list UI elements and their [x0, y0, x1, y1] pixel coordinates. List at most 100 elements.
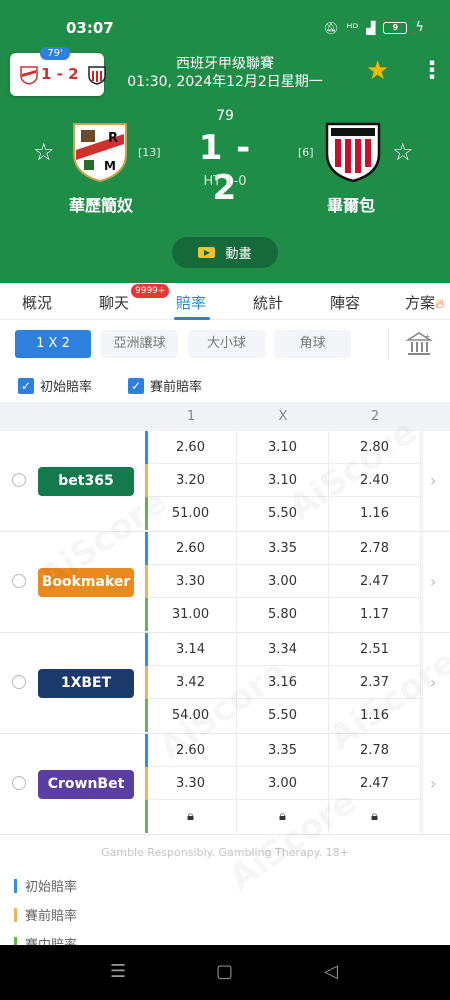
odds-value: 2.78 — [329, 734, 421, 767]
odds-cells: 2.60 3.35 2.78 3.30 3.00 2.47 🔒︎ 🔒︎ 🔒︎ — [145, 734, 423, 834]
bookmaker-radio[interactable] — [12, 675, 26, 689]
away-mini-logo-icon — [88, 66, 106, 85]
chevron-right-icon[interactable]: › — [430, 774, 436, 793]
home-mini-logo-icon — [20, 66, 38, 85]
odds-value: 2.37 — [329, 666, 421, 699]
bookmaker-logo: bet365 — [38, 467, 134, 496]
odds-value: 5.50 — [237, 699, 329, 732]
odds-line: 51.00 5.50 1.16 — [145, 497, 423, 530]
hd-icon: ᴴᴰ — [346, 20, 359, 35]
filter-over-under[interactable]: 大小球 — [188, 330, 265, 358]
check-pregame-odds[interactable]: ✓ 賽前賠率 — [128, 376, 202, 395]
favorite-star-icon[interactable]: ★ — [366, 58, 389, 84]
bookmaker-radio[interactable] — [12, 574, 26, 588]
filter-asian-handicap[interactable]: 亞洲讓球 — [101, 330, 178, 358]
col-home: 1 — [186, 409, 196, 424]
league-name: 西班牙甲级聯賽 — [176, 56, 274, 72]
filter-divider — [388, 328, 389, 360]
odds-value: 1.17 — [329, 598, 421, 631]
lock-icon: 🔒︎ — [187, 809, 194, 824]
odds-value: 3.00 — [237, 767, 329, 800]
odds-value: 3.20 — [145, 464, 237, 497]
filter-1x2[interactable]: 1 X 2 — [15, 330, 91, 358]
bookmaker-row[interactable]: bet365 2.60 3.10 2.80 3.20 3.10 2.40 51.00 5.50 1… — [0, 431, 450, 532]
odds-value: 2.40 — [329, 464, 421, 497]
back-icon[interactable]: ◁ — [324, 963, 338, 981]
away-follow-star-icon[interactable]: ☆ — [392, 140, 414, 164]
bookmaker-row[interactable]: CrownBet 2.60 3.35 2.78 3.30 3.00 2.47 🔒︎ 🔒︎ 🔒︎ › — [0, 734, 450, 835]
odds-value: 31.00 — [145, 598, 237, 631]
tab-tips[interactable]: 方案🔥︎ — [405, 292, 445, 313]
away-rank: [6] — [298, 146, 314, 159]
odds-value: 3.16 — [237, 666, 329, 699]
tab-stats[interactable]: 統計 — [253, 292, 283, 313]
more-menu-icon[interactable]: ⋮ — [420, 58, 444, 82]
odds-line: 2.60 3.35 2.78 — [145, 532, 423, 565]
filter-corners[interactable]: 角球 — [274, 330, 351, 358]
home-rank: [13] — [138, 146, 161, 159]
odds-line: 3.30 3.00 2.47 — [145, 767, 423, 800]
odds-value: 2.51 — [329, 633, 421, 666]
status-bar: 03:07 🔕︎ ᴴᴰ ▟ 9 ϟ — [0, 0, 450, 46]
checkbox-checked-icon: ✓ — [18, 377, 34, 394]
system-nav-bar: ☰ ▢ ◁ — [0, 945, 450, 1000]
bank-icon[interactable]: + — [405, 330, 433, 358]
odds-value: 3.30 — [145, 565, 237, 598]
home-team-logo: R M — [73, 123, 127, 183]
row-divider — [422, 633, 423, 733]
svg-text:R: R — [108, 131, 118, 146]
col-draw: X — [278, 409, 288, 424]
bookmaker-radio[interactable] — [12, 776, 26, 790]
svg-text:M: M — [104, 159, 116, 173]
legend-initial-label: 初始賠率 — [25, 880, 78, 895]
bookmaker-radio[interactable] — [12, 473, 26, 487]
odds-value: 2.60 — [145, 431, 237, 464]
odds-cells: 2.60 3.10 2.80 3.20 3.10 2.40 51.00 5.50 1.16 — [145, 431, 423, 531]
row-divider — [422, 734, 423, 834]
mini-minute-badge: 79' — [40, 47, 70, 60]
odds-line: 3.14 3.34 2.51 — [145, 633, 423, 666]
odds-value: 5.50 — [237, 497, 329, 530]
odds-value: 2.80 — [329, 431, 421, 464]
bookmaker-row[interactable]: 1XBET 3.14 3.34 2.51 3.42 3.16 2.37 54.00 5.50 1.… — [0, 633, 450, 734]
match-tabs: 概況 聊天 賠率 統計 陣容 方案🔥︎ — [0, 283, 450, 320]
check-initial-odds[interactable]: ✓ 初始賠率 — [18, 376, 92, 395]
legend-swatch — [14, 878, 17, 893]
home-team-name[interactable]: 華歷簡奴 — [36, 192, 166, 216]
odds-value: 2.60 — [145, 734, 237, 767]
odds-line: 2.60 3.10 2.80 — [145, 431, 423, 464]
odds-line: 🔒︎ 🔒︎ 🔒︎ — [145, 800, 423, 833]
tab-overview[interactable]: 概況 — [22, 292, 52, 313]
home-follow-star-icon[interactable]: ☆ — [33, 140, 55, 164]
legend-pregame: 賽前賠率 — [14, 905, 77, 924]
odds-locked: 🔒︎ — [329, 800, 421, 833]
odds-value: 3.00 — [237, 565, 329, 598]
odds-value: 51.00 — [145, 497, 237, 530]
odds-value: 3.35 — [237, 734, 329, 767]
chevron-right-icon[interactable]: › — [430, 572, 436, 591]
odds-line: 3.30 3.00 2.47 — [145, 565, 423, 598]
fire-icon: 🔥︎ — [435, 297, 445, 312]
animation-button[interactable]: ▶ 動畫 — [172, 237, 278, 268]
odds-value: 2.78 — [329, 532, 421, 565]
signal-icon: ▟ — [366, 20, 376, 35]
odds-value: 2.60 — [145, 532, 237, 565]
odds-locked: 🔒︎ — [237, 800, 329, 833]
odds-value: 1.16 — [329, 699, 421, 732]
tab-odds[interactable]: 賠率 — [176, 292, 206, 313]
checkbox-checked-icon: ✓ — [128, 377, 144, 394]
tab-chat[interactable]: 聊天 — [99, 292, 129, 313]
col-away: 2 — [370, 409, 380, 424]
home-icon[interactable]: ▢ — [216, 963, 233, 981]
odds-line: 31.00 5.80 1.17 — [145, 598, 423, 631]
bookmaker-row[interactable]: Bookmaker 2.60 3.35 2.78 3.30 3.00 2.47 31.00 5.… — [0, 532, 450, 633]
chevron-right-icon[interactable]: › — [430, 471, 436, 490]
tab-lineup[interactable]: 陣容 — [330, 292, 360, 313]
chevron-right-icon[interactable]: › — [430, 673, 436, 692]
bookmaker-logo: Bookmaker — [38, 568, 134, 597]
odds-legend: 初始賠率 賽前賠率 賽中賠率 — [0, 870, 450, 953]
away-team-logo — [325, 122, 381, 183]
lock-icon: 🔒︎ — [371, 809, 378, 824]
recents-icon[interactable]: ☰ — [110, 963, 126, 981]
away-team-name[interactable]: 畢爾包 — [286, 192, 416, 216]
